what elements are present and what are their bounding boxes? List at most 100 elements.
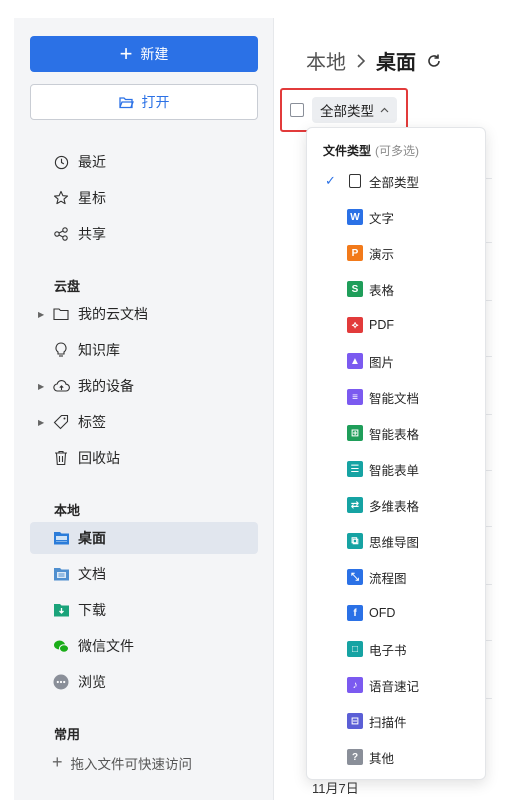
expand-arrow-icon[interactable]: ▶ [38, 418, 44, 427]
cloud-upload-icon [52, 377, 70, 395]
file-type-option-label: 图片 [369, 355, 395, 370]
spreadsheet-icon: S [347, 281, 363, 297]
file-type-dropdown: 文件类型 (可多选) ✓ 全部类型 W 文字 P 演示 S 表格 ⟡ PDF ▲ 图片 ≡ 智能文档 ⊞ 智能表… [306, 127, 486, 780]
sidebar-item-wechat-files[interactable]: 微信文件 [30, 630, 258, 662]
sidebar-item-starred[interactable]: 星标 [30, 182, 258, 214]
smart-doc-icon: ≡ [347, 389, 363, 405]
file-type-option-label: 全部类型 [369, 175, 420, 190]
file-type-option[interactable]: ♪ 语音速记 [307, 670, 487, 700]
file-type-option-label: OFD [369, 606, 396, 620]
open-folder-icon [118, 96, 134, 108]
sidebar-item-label: 下载 [78, 602, 106, 618]
select-all-checkbox[interactable] [290, 103, 304, 117]
sidebar-item-browse[interactable]: 浏览 [30, 666, 258, 698]
voice-note-icon: ♪ [347, 677, 363, 693]
trash-icon [52, 449, 70, 467]
sidebar-item-label: 浏览 [78, 674, 106, 690]
sidebar-item-label: 共享 [78, 226, 106, 242]
image-icon: ▲ [347, 353, 363, 369]
file-type-option-label: 电子书 [369, 643, 407, 658]
file-type-option[interactable]: ⇄ 多维表格 [307, 490, 487, 520]
file-type-option[interactable]: ? 其他 [307, 742, 487, 772]
file-type-option-label: 智能文档 [369, 391, 420, 406]
file-type-option[interactable]: P 演示 [307, 238, 487, 268]
expand-arrow-icon[interactable]: ▶ [38, 382, 44, 391]
local-section-title: 本地 [54, 503, 81, 518]
sidebar-item-documents[interactable]: 文档 [30, 558, 258, 590]
file-type-option[interactable]: □ 电子书 [307, 634, 487, 664]
bulb-icon [52, 341, 70, 359]
share-icon [52, 225, 70, 243]
file-type-option[interactable]: ⊟ 扫描件 [307, 706, 487, 736]
open-button-label: 打开 [141, 94, 170, 110]
desktop-folder-icon [52, 529, 70, 547]
file-type-option[interactable]: ▲ 图片 [307, 346, 487, 376]
file-type-option[interactable]: ⊞ 智能表格 [307, 418, 487, 448]
documents-folder-icon [52, 565, 70, 583]
file-row-date: 11月7日 [312, 781, 359, 796]
mind-map-icon: ⧉ [347, 533, 363, 549]
sidebar-item-my-devices[interactable]: ▶ 我的设备 [30, 370, 258, 402]
checkmark-icon: ✓ [325, 173, 336, 188]
file-type-option[interactable]: S 表格 [307, 274, 487, 304]
plus-icon: + [52, 752, 63, 772]
file-type-option-label: 语音速记 [369, 679, 420, 694]
presentation-icon: P [347, 245, 363, 261]
file-type-option-label: 思维导图 [369, 535, 420, 550]
sidebar-item-label: 我的云文档 [78, 306, 148, 322]
download-folder-icon [52, 601, 70, 619]
smart-sheet-icon: ⊞ [347, 425, 363, 441]
expand-arrow-icon[interactable]: ▶ [38, 310, 44, 319]
sidebar-item-desktop[interactable]: 桌面 [30, 522, 258, 554]
sidebar-item-label: 回收站 [78, 450, 120, 466]
sidebar: + 新建 打开 最近 星标 共享 云盘 ▶ 我的云文档 知识库 ▶ 我的设备 ▶… [14, 18, 274, 800]
file-type-option-label: 流程图 [369, 571, 407, 586]
sidebar-item-recent[interactable]: 最近 [30, 146, 258, 178]
sidebar-item-downloads[interactable]: 下载 [30, 594, 258, 626]
file-type-option-label: PDF [369, 318, 394, 332]
sidebar-item-trash[interactable]: 回收站 [30, 442, 258, 474]
smart-form-icon: ☰ [347, 461, 363, 477]
sidebar-item-shared[interactable]: 共享 [30, 218, 258, 250]
chevron-right-icon [357, 53, 366, 68]
breadcrumb: 本地 桌面 [306, 46, 442, 75]
file-type-option-label: 扫描件 [369, 715, 407, 730]
clock-icon [52, 153, 70, 171]
file-type-option-label: 多维表格 [369, 499, 420, 514]
breadcrumb-current: 桌面 [376, 52, 416, 74]
new-button[interactable]: + 新建 [30, 36, 258, 72]
sidebar-item-tags[interactable]: ▶ 标签 [30, 406, 258, 438]
file-type-option-label: 文字 [369, 211, 395, 226]
file-type-option-label: 智能表格 [369, 427, 420, 442]
file-type-option[interactable]: W 文字 [307, 202, 487, 232]
scan-icon: ⊟ [347, 713, 363, 729]
dropdown-header-hint: (可多选) [375, 144, 420, 158]
breadcrumb-root[interactable]: 本地 [306, 46, 346, 75]
file-type-option[interactable]: f OFD [307, 598, 487, 628]
cloud-section-title: 云盘 [54, 279, 81, 294]
file-type-filter-label: 全部类型 [320, 104, 374, 119]
sidebar-item-label: 微信文件 [78, 638, 134, 654]
file-type-option[interactable]: ⟡ PDF [307, 310, 487, 340]
file-type-option[interactable]: ⧉ 思维导图 [307, 526, 487, 556]
file-type-option[interactable]: ✓ 全部类型 [307, 166, 487, 196]
sidebar-item-label: 知识库 [78, 342, 120, 358]
file-type-option-label: 其他 [369, 751, 395, 766]
file-type-option[interactable]: ≡ 智能文档 [307, 382, 487, 412]
file-type-filter-button[interactable]: 全部类型 [312, 97, 397, 123]
sidebar-item-label: 桌面 [78, 530, 106, 546]
sidebar-item-my-cloud-docs[interactable]: ▶ 我的云文档 [30, 298, 258, 330]
ebook-icon: □ [347, 641, 363, 657]
common-section-title: 常用 [54, 727, 81, 742]
file-type-option[interactable]: ☰ 智能表单 [307, 454, 487, 484]
sidebar-item-knowledge-base[interactable]: 知识库 [30, 334, 258, 366]
sidebar-item-label: 文档 [78, 566, 106, 582]
sidebar-item-label: 最近 [78, 154, 106, 170]
file-type-option[interactable]: ⤡ 流程图 [307, 562, 487, 592]
refresh-icon[interactable] [426, 53, 442, 69]
more-icon [52, 673, 70, 691]
wechat-icon [52, 637, 70, 655]
open-button[interactable]: 打开 [30, 84, 258, 120]
multi-table-icon: ⇄ [347, 497, 363, 513]
ofd-icon: f [347, 605, 363, 621]
